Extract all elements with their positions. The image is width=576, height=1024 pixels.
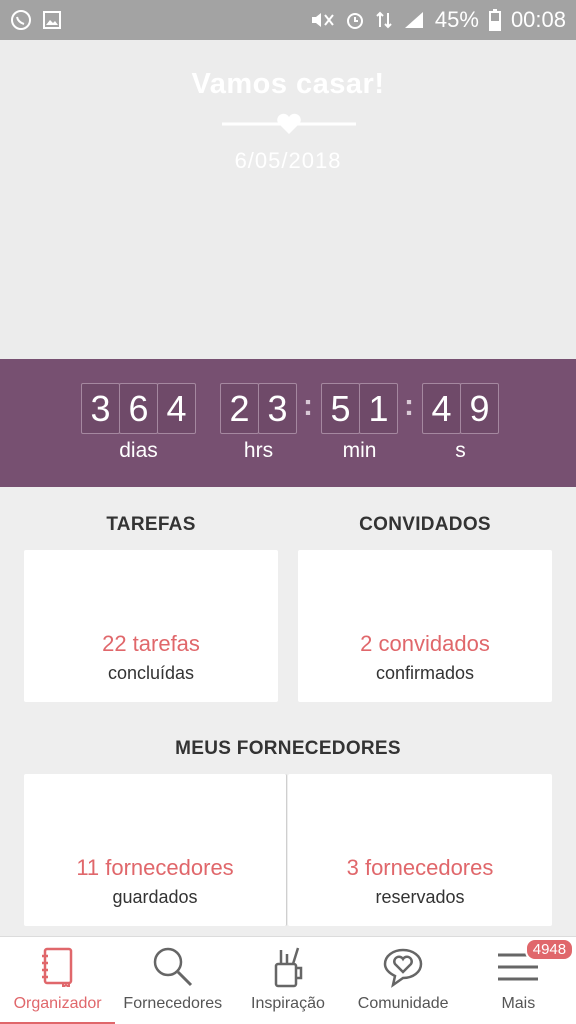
minutes-digits: 5 1	[321, 383, 398, 434]
booked-suppliers-status: reservados	[375, 887, 465, 907]
nav-item-inspiracao[interactable]: Inspiração	[230, 937, 345, 1024]
wedding-date: 6/05/2018	[234, 148, 342, 173]
hero-header: Vamos casar! 6/05/2018	[0, 40, 576, 359]
hours-digits: 2 3	[220, 383, 297, 434]
bottom-navigation: Organizador Fornecedores Inspiração Comu…	[0, 936, 576, 1024]
signal-icon	[403, 10, 425, 30]
pencil-cup-icon	[270, 945, 306, 989]
guests-card[interactable]: 2 convidados confirmados	[298, 550, 552, 702]
guests-status: confirmados	[375, 663, 475, 683]
seconds-digits: 4 9	[422, 383, 499, 434]
digit: 4	[422, 383, 461, 434]
digit: 9	[460, 383, 499, 434]
suppliers-title: MEUS FORNECEDORES	[175, 738, 401, 759]
digit: 2	[220, 383, 259, 434]
booked-suppliers-card[interactable]: 3 fornecedores reservados	[288, 774, 552, 926]
nav-item-organizador[interactable]: Organizador	[0, 937, 116, 1024]
image-icon	[42, 10, 62, 30]
digit: 1	[359, 383, 398, 434]
days-digits: 3 6 4	[81, 383, 196, 434]
digit: 3	[81, 383, 120, 434]
battery-icon	[488, 9, 501, 31]
tasks-count: 22 tarefas	[102, 631, 200, 656]
battery-percent: 45%	[434, 7, 479, 32]
search-icon	[151, 945, 195, 989]
nav-label: Organizador	[13, 995, 102, 1012]
nav-label: Inspiração	[251, 995, 325, 1012]
tasks-status: concluídas	[107, 663, 195, 683]
notification-badge: 4948	[524, 938, 575, 961]
status-bar: 45% 00:08	[0, 0, 576, 40]
saved-suppliers-card[interactable]: 11 fornecedores guardados	[24, 774, 287, 926]
nav-label: Comunidade	[357, 995, 449, 1012]
booked-suppliers-count: 3 fornecedores	[346, 855, 494, 880]
digit: 3	[258, 383, 297, 434]
digit: 6	[119, 383, 158, 434]
nav-label: Mais	[501, 995, 536, 1012]
digit: 4	[157, 383, 196, 434]
guests-title: CONVIDADOS	[359, 514, 491, 535]
nav-label: Fornecedores	[123, 995, 223, 1012]
countdown-panel: 3 6 4 2 3 : 5 1 : 4 9 dias hrs min s	[0, 359, 576, 487]
nav-item-mais[interactable]: Mais 4948	[461, 937, 576, 1024]
days-label: dias	[119, 439, 158, 462]
hours-label: hrs	[243, 439, 274, 462]
tasks-card[interactable]: 22 tarefas concluídas	[24, 550, 278, 702]
tasks-title: TAREFAS	[106, 514, 196, 535]
mute-icon	[309, 10, 335, 30]
hero-title: Vamos casar!	[191, 68, 385, 100]
saved-suppliers-status: guardados	[112, 887, 198, 907]
digit: 5	[321, 383, 360, 434]
nav-item-comunidade[interactable]: Comunidade	[346, 937, 461, 1024]
minutes-label: min	[342, 439, 377, 462]
guests-count: 2 convidados	[360, 631, 490, 656]
heart-chat-icon	[381, 945, 425, 989]
clock: 00:08	[510, 7, 566, 32]
whatsapp-icon	[10, 9, 32, 31]
heart-divider-icon	[222, 113, 356, 134]
seconds-label: s	[455, 439, 466, 462]
nav-item-fornecedores[interactable]: Fornecedores	[115, 937, 230, 1024]
data-icon	[375, 10, 393, 30]
colon-separator: :	[404, 389, 414, 422]
saved-suppliers-count: 11 fornecedores	[76, 855, 234, 880]
colon-separator: :	[303, 389, 313, 422]
notebook-icon	[41, 945, 75, 989]
alarm-icon	[345, 10, 365, 30]
